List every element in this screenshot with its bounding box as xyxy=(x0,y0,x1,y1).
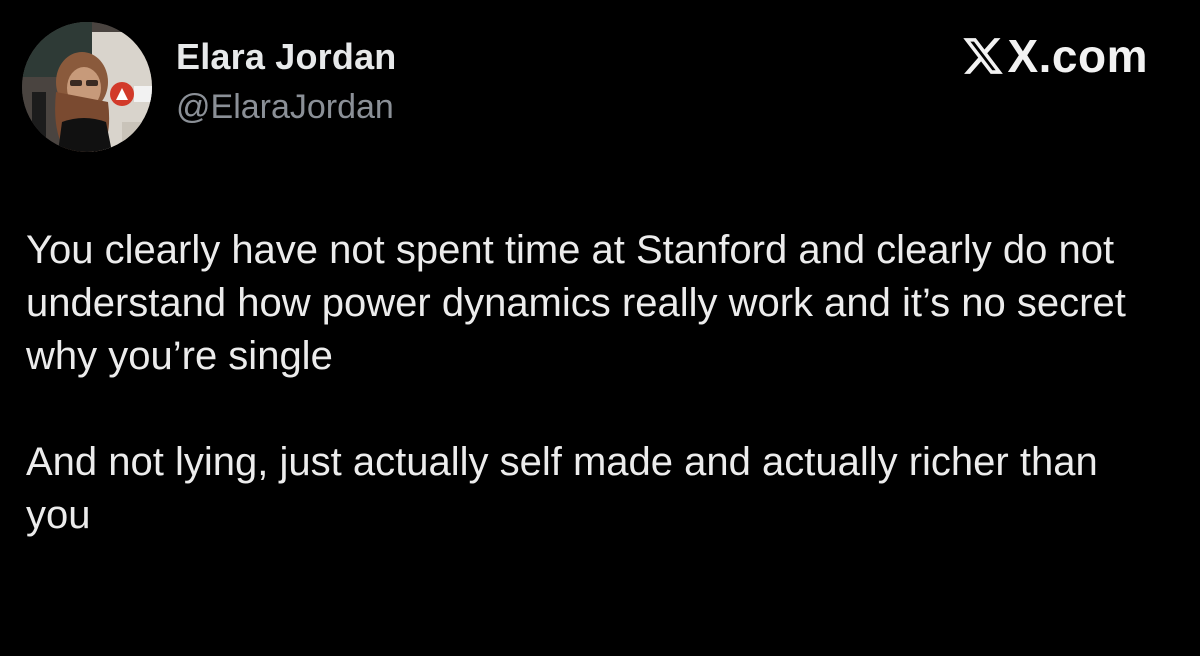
x-logo-icon xyxy=(963,38,1004,74)
tweet-card: Elara Jordan @ElaraJordan X.com You clea… xyxy=(0,0,1200,656)
tweet-text: You clearly have not spent time at Stanf… xyxy=(26,224,1166,542)
avatar[interactable] xyxy=(22,22,152,152)
author-handle[interactable]: @ElaraJordan xyxy=(176,88,394,127)
x-com-watermark: X.com xyxy=(961,28,1148,84)
avatar-photo xyxy=(22,22,152,152)
author-name[interactable]: Elara Jordan xyxy=(176,36,397,78)
watermark-text: X.com xyxy=(1007,30,1148,82)
tweet-paragraph-1: You clearly have not spent time at Stanf… xyxy=(26,228,1126,378)
tweet-paragraph-2: And not lying, just actually self made a… xyxy=(26,440,1098,537)
